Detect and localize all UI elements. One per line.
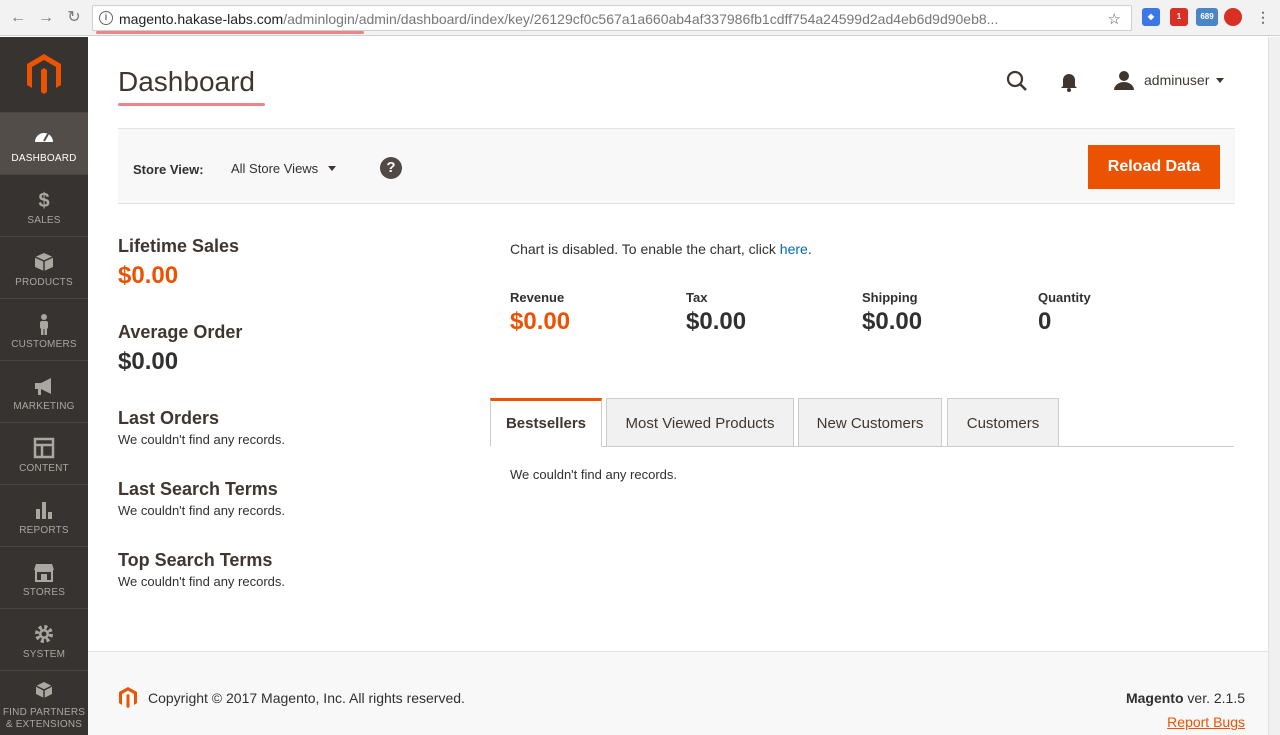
sidebar-item-label: Customers [11,339,77,350]
user-menu[interactable]: adminuser [1114,70,1225,90]
sidebar-item-label: Sales [27,215,61,226]
quantity-value: 0 [1038,308,1052,335]
report-bugs-link[interactable]: Report Bugs [1167,714,1245,730]
megaphone-icon [35,378,51,395]
sidebar-item-products[interactable]: Products [0,236,88,298]
chevron-down-icon [328,166,337,171]
user-icon [1114,71,1134,90]
sidebar-item-label: Reports [19,525,69,536]
magento-logo[interactable] [0,37,88,112]
sidebar-item-label: Find Partners [2,707,86,718]
bookmark-star-icon[interactable]: ☆ [1108,10,1121,28]
lifetime-sales-value: $0.00 [118,262,179,289]
admin-sidebar: Dashboard $ Sales Products Customers Mar… [0,37,88,735]
lifetime-sales-label: Lifetime Sales [118,236,240,256]
sidebar-item-label: Products [15,277,73,288]
store-view-label: Store View: [133,162,204,177]
svg-text:$: $ [38,190,49,211]
help-icon[interactable]: ? [380,157,402,179]
counter-extension-icon[interactable]: 689 [1196,8,1218,26]
sidebar-item-label: Dashboard [11,153,77,164]
dollar-icon: $ [38,190,49,211]
gear-icon [35,625,53,643]
box-icon [34,253,54,271]
top-search-terms-label: Top Search Terms [118,550,273,570]
tab-bestsellers[interactable]: Bestsellers [490,398,602,447]
reload-icon[interactable]: ↻ [64,8,84,28]
average-order-label: Average Order [118,322,243,342]
sidebar-item-label: Stores [22,587,66,598]
sidebar-item-label: Marketing [13,401,75,412]
sidebar-item-sales[interactable]: $ Sales [0,174,88,236]
top-search-terms-empty: We couldn't find any records. [118,574,285,589]
username: adminuser [1144,72,1210,88]
tab-most-viewed-products[interactable]: Most Viewed Products [606,398,794,447]
tab-empty-message: We couldn't find any records. [510,467,677,482]
dashboard-icon [35,133,53,142]
last-orders-empty: We couldn't find any records. [118,432,285,447]
search-icon[interactable] [1006,70,1028,92]
enable-chart-link[interactable]: here [780,241,808,257]
sidebar-item-dashboard[interactable]: Dashboard [0,112,88,174]
storefront-icon [34,564,54,582]
sidebar-item-label: System [22,649,66,660]
revenue-label: Revenue [510,290,565,305]
copyright-text: Copyright © 2017 Magento, Inc. All right… [148,690,465,706]
shipping-value: $0.00 [862,308,923,335]
page-title: Dashboard [118,66,255,97]
reload-data-button[interactable]: Reload Data [1088,145,1220,189]
page-footer: Copyright © 2017 Magento, Inc. All right… [88,651,1268,735]
sidebar-item-marketing[interactable]: Marketing [0,360,88,422]
sidebar-item-label: Content [19,463,69,474]
extension-icon[interactable]: ◆ [1142,8,1160,26]
menu-dots-icon[interactable]: ⋮ [1254,8,1272,26]
sidebar-item-label-2: & Extensions [5,719,83,730]
last-orders-label: Last Orders [118,408,220,428]
mail-extension-icon[interactable]: 1 [1170,8,1188,26]
sidebar-item-find-partners[interactable]: Find Partners & Extensions [0,670,88,735]
bell-icon[interactable] [1058,70,1080,92]
last-search-terms-label: Last Search Terms [118,479,278,499]
url-highlight [96,31,364,34]
sidebar-item-customers[interactable]: Customers [0,298,88,360]
tax-label: Tax [686,290,708,305]
bar-chart-icon [36,502,52,519]
person-icon [40,314,48,335]
sidebar-item-content[interactable]: Content [0,422,88,484]
info-icon[interactable]: i [99,11,113,25]
tab-customers[interactable]: Customers [947,398,1059,447]
address-bar[interactable]: i magento.hakase-labs.com/adminlogin/adm… [92,5,1132,31]
back-icon[interactable]: ← [8,8,28,28]
version-text: Magento ver. 2.1.5 [1125,690,1245,706]
chart-disabled-message: Chart is disabled. To enable the chart, … [510,241,812,257]
store-view-value: All Store Views [231,161,319,176]
store-switcher-bar: Store View: All Store Views ? Reload Dat… [118,128,1235,204]
sidebar-item-reports[interactable]: Reports [0,484,88,546]
sidebar-item-stores[interactable]: Stores [0,546,88,608]
quantity-label: Quantity [1038,290,1091,305]
last-search-terms-empty: We couldn't find any records. [118,503,285,518]
sidebar-item-system[interactable]: System [0,608,88,670]
browser-toolbar: ← → ↻ i magento.hakase-labs.com/adminlog… [0,0,1280,36]
cubes-icon [35,682,53,698]
forward-icon[interactable]: → [36,8,56,28]
average-order-value: $0.00 [118,348,179,375]
shipping-label: Shipping [862,290,918,305]
tax-value: $0.00 [686,308,747,335]
tab-new-customers[interactable]: New Customers [798,398,942,447]
layout-icon [33,437,55,459]
cloud-extension-icon[interactable] [1224,8,1242,26]
url-text[interactable]: magento.hakase-labs.com/adminlogin/admin… [119,11,1079,27]
chevron-down-icon [1216,77,1225,83]
store-view-dropdown[interactable]: All Store Views [231,161,337,176]
page-scrollbar[interactable] [1268,37,1280,735]
revenue-value: $0.00 [510,308,571,335]
title-highlight [118,103,265,106]
magento-footer-logo [119,687,137,708]
